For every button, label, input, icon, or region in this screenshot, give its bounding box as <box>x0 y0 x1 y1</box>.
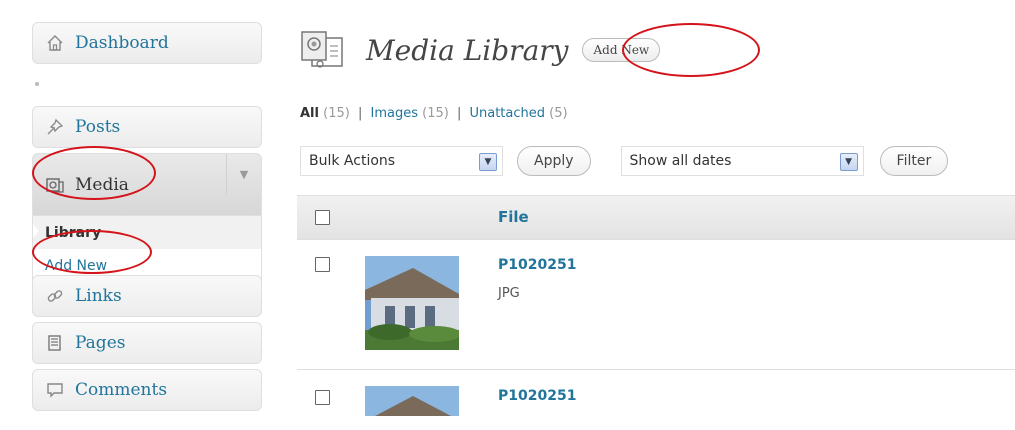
sidebar-item-pages[interactable]: Pages <box>32 322 262 364</box>
bulk-actions-select[interactable]: Bulk Actions ▼ <box>300 146 503 176</box>
pages-icon <box>45 333 65 353</box>
page-title: Media Library <box>366 33 569 67</box>
dropdown-arrow-icon: ▼ <box>839 153 858 171</box>
filter-all-link[interactable]: All <box>300 106 319 121</box>
sidebar-item-label: Pages <box>75 333 126 353</box>
table-header: File <box>297 195 1015 240</box>
file-type: JPG <box>498 286 520 301</box>
sidebar-item-dashboard[interactable]: Dashboard <box>32 22 262 64</box>
comment-icon <box>45 380 65 400</box>
date-filter-value: Show all dates <box>629 153 732 169</box>
media-thumbnail[interactable] <box>365 256 459 350</box>
home-icon <box>45 33 65 53</box>
menu-separator <box>32 79 262 89</box>
filter-unattached-link[interactable]: Unattached <box>469 106 545 121</box>
sidebar-item-label: Media <box>75 174 129 195</box>
dropdown-arrow-icon: ▼ <box>479 153 497 171</box>
select-all-checkbox[interactable] <box>315 210 330 225</box>
sidebar-item-label: Dashboard <box>75 33 169 53</box>
table-row: P1020251 JPG <box>297 240 1015 370</box>
submenu-item-library[interactable]: Library <box>33 216 261 249</box>
table-nav: Bulk Actions ▼ Apply Show all dates ▼ Fi… <box>300 144 949 178</box>
filter-separator: | <box>357 106 363 121</box>
filter-unattached-count: (5) <box>549 106 568 121</box>
sidebar-item-label: Comments <box>75 380 168 400</box>
row-checkbox[interactable] <box>315 390 330 405</box>
add-new-button[interactable]: Add New <box>582 38 661 62</box>
sidebar-item-media[interactable]: Media ▼ <box>32 153 262 216</box>
filter-all-count: (15) <box>323 106 350 121</box>
link-icon <box>45 286 65 306</box>
chevron-down-icon[interactable]: ▼ <box>226 154 261 194</box>
media-icon <box>45 175 65 195</box>
media-library-icon <box>300 26 352 74</box>
file-name-link[interactable]: P1020251 <box>498 257 576 273</box>
media-filter-links: All (15) | Images (15) | Unattached (5) <box>300 106 568 121</box>
filter-images-count: (15) <box>422 106 449 121</box>
column-header-file[interactable]: File <box>498 208 529 226</box>
sidebar-item-comments[interactable]: Comments <box>32 369 262 411</box>
filter-button[interactable]: Filter <box>879 146 949 176</box>
filter-separator: | <box>456 106 462 121</box>
apply-button[interactable]: Apply <box>517 146 591 176</box>
bulk-actions-value: Bulk Actions <box>309 153 396 169</box>
sidebar-item-links[interactable]: Links <box>32 275 262 317</box>
page-header: Media Library Add New <box>300 25 661 75</box>
sidebar-item-label: Posts <box>75 117 121 137</box>
filter-images-link[interactable]: Images <box>370 106 418 121</box>
date-filter-select[interactable]: Show all dates ▼ <box>620 146 864 176</box>
table-row: P1020251 <box>297 370 1015 430</box>
pushpin-icon <box>45 117 65 137</box>
sidebar-item-posts[interactable]: Posts <box>32 106 262 148</box>
row-checkbox[interactable] <box>315 257 330 272</box>
file-name-link[interactable]: P1020251 <box>498 388 576 404</box>
sidebar-item-label: Links <box>75 286 122 306</box>
